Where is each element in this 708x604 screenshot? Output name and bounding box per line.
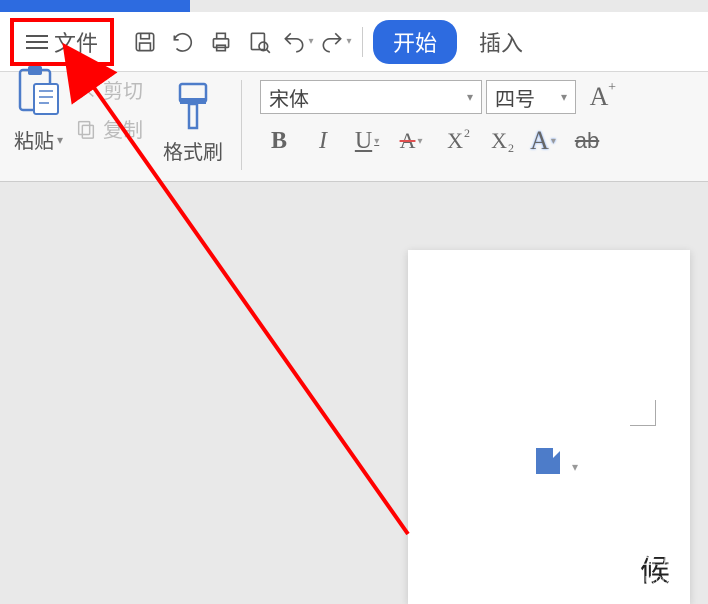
ribbon: 粘贴▾ 剪切 复制 格式刷 宋体▾ 四号▾ xyxy=(0,72,708,182)
save-icon[interactable] xyxy=(128,25,162,59)
font-size-combo[interactable]: 四号▾ xyxy=(486,80,576,114)
underline-button[interactable]: U▾ xyxy=(348,124,386,158)
superscript-button[interactable]: X2 xyxy=(436,124,474,158)
subscript-button[interactable]: X2 xyxy=(480,124,518,158)
paste-options-icon[interactable] xyxy=(536,448,560,474)
undo-history-icon[interactable] xyxy=(166,25,200,59)
separator xyxy=(362,27,363,57)
copy-label: 复制 xyxy=(103,114,143,143)
chevron-down-icon[interactable]: ▾ xyxy=(572,460,578,474)
chevron-down-icon: ▾ xyxy=(57,133,63,147)
scissors-icon xyxy=(75,79,97,101)
paste-button[interactable]: 粘贴▾ xyxy=(14,64,63,154)
clipboard-icon xyxy=(14,64,62,116)
tab-start[interactable]: 开始 xyxy=(373,20,457,64)
file-label: 文件 xyxy=(54,26,98,58)
format-painter-button[interactable]: 格式刷 xyxy=(163,80,223,173)
increase-font-button[interactable]: A+ xyxy=(580,80,618,114)
title-bar-fragment xyxy=(0,0,190,12)
clipboard-group: 粘贴▾ 剪切 复制 xyxy=(14,80,143,173)
paste-label: 粘贴 xyxy=(14,125,54,154)
quick-access-toolbar: ▾ ▾ xyxy=(128,25,352,59)
format-painter-label: 格式刷 xyxy=(163,136,223,165)
cut-button[interactable]: 剪切 xyxy=(75,75,143,104)
cut-label: 剪切 xyxy=(103,75,143,104)
chevron-down-icon: ▾ xyxy=(459,90,473,104)
chevron-down-icon: ▾ xyxy=(553,90,567,104)
margin-corner-mark xyxy=(630,400,656,426)
text-effects-button[interactable]: A▾ xyxy=(524,124,562,158)
highlight-button[interactable]: ab xyxy=(568,124,606,158)
bold-button[interactable]: B xyxy=(260,124,298,158)
menu-bar: 文件 ▾ ▾ 开始 插入 xyxy=(0,12,708,72)
brush-icon xyxy=(172,80,214,132)
print-icon[interactable] xyxy=(204,25,238,59)
copy-icon xyxy=(75,118,97,140)
watermark: Baidu经验 jingyan.baidu.com xyxy=(558,539,680,586)
hamburger-icon xyxy=(26,35,48,49)
font-family-combo[interactable]: 宋体▾ xyxy=(260,80,482,114)
copy-button[interactable]: 复制 xyxy=(75,114,143,143)
strikethrough-button[interactable]: A▾ xyxy=(392,124,430,158)
redo-icon[interactable]: ▾ xyxy=(318,25,352,59)
font-group: 宋体▾ 四号▾ A+ B I U▾ A▾ X2 X2 A▾ ab xyxy=(260,80,618,173)
print-preview-icon[interactable] xyxy=(242,25,276,59)
italic-button[interactable]: I xyxy=(304,124,342,158)
undo-icon[interactable]: ▾ xyxy=(280,25,314,59)
group-separator xyxy=(241,80,242,170)
tab-insert[interactable]: 插入 xyxy=(479,26,523,58)
file-menu-button[interactable]: 文件 xyxy=(10,18,114,66)
